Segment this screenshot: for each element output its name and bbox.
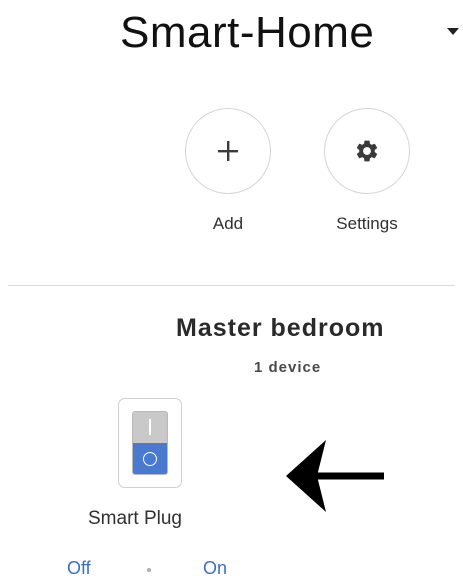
- device-name[interactable]: Smart Plug: [88, 508, 182, 530]
- device-tile[interactable]: [118, 398, 182, 488]
- room-device-count: 1 device: [254, 359, 322, 376]
- room-name: Master bedroom: [176, 314, 385, 342]
- power-switch-icon: [132, 411, 168, 475]
- plus-icon: [218, 141, 238, 161]
- arrow-left-icon: [286, 440, 384, 512]
- on-button[interactable]: On: [203, 558, 227, 579]
- add-action[interactable]: Add: [183, 108, 273, 234]
- off-button[interactable]: Off: [67, 558, 91, 579]
- add-button[interactable]: [185, 108, 271, 194]
- home-title[interactable]: Smart-Home: [120, 8, 374, 58]
- caret-down-icon[interactable]: [447, 28, 459, 35]
- settings-action[interactable]: Settings: [322, 108, 412, 234]
- divider: [8, 285, 455, 286]
- add-label: Add: [212, 214, 244, 233]
- settings-label: Settings: [336, 214, 398, 233]
- gear-icon: [356, 140, 378, 162]
- separator-dot: [147, 568, 151, 572]
- settings-button[interactable]: [324, 108, 410, 194]
